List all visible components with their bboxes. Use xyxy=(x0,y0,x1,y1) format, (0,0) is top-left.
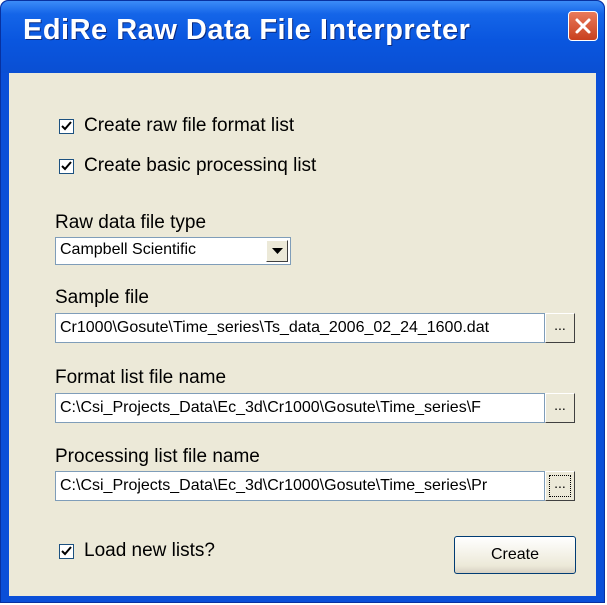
raw-type-selected: Campbell Scientific xyxy=(60,241,197,258)
sample-file-browse-button[interactable]: ... xyxy=(545,313,575,343)
title-bar[interactable]: EdiRe Raw Data File Interpreter xyxy=(1,1,604,73)
processing-list-label: Processing list file name xyxy=(55,446,260,467)
window-title: EdiRe Raw Data File Interpreter xyxy=(23,14,471,46)
create-format-list-option[interactable]: Create raw file format list xyxy=(59,115,294,137)
load-new-lists-label: Load new lists? xyxy=(84,540,215,561)
processing-list-field[interactable]: C:\Csi_Projects_Data\Ec_3d\Cr1000\Gosute… xyxy=(55,471,545,501)
processing-list-value: C:\Csi_Projects_Data\Ec_3d\Cr1000\Gosute… xyxy=(60,477,488,494)
create-format-list-label: Create raw file format list xyxy=(84,115,295,136)
format-list-field[interactable]: C:\Csi_Projects_Data\Ec_3d\Cr1000\Gosute… xyxy=(55,393,545,423)
create-format-list-checkbox[interactable] xyxy=(59,118,74,134)
close-button[interactable] xyxy=(568,11,598,41)
check-icon xyxy=(61,120,72,130)
chevron-down-icon xyxy=(272,248,283,254)
create-processing-list-checkbox[interactable] xyxy=(59,158,74,174)
format-list-label: Format list file name xyxy=(55,367,227,388)
check-icon xyxy=(61,545,72,555)
load-new-lists-option[interactable]: Load new lists? xyxy=(59,540,215,562)
load-new-lists-checkbox[interactable] xyxy=(59,543,74,559)
check-icon xyxy=(61,160,72,170)
sample-file-label: Sample file xyxy=(55,287,149,308)
format-list-browse-button[interactable]: ... xyxy=(545,393,575,423)
raw-type-label: Raw data file type xyxy=(55,212,207,233)
format-list-value: C:\Csi_Projects_Data\Ec_3d\Cr1000\Gosute… xyxy=(60,399,481,416)
create-button[interactable]: Create xyxy=(454,536,576,574)
sample-file-value: Cr1000\Gosute\Time_series\Ts_data_2006_0… xyxy=(60,319,490,336)
create-processing-list-label: Create basic processinq list xyxy=(84,155,317,176)
dropdown-button[interactable] xyxy=(266,240,288,262)
dialog-content: Create raw file format list Create basic… xyxy=(9,73,596,596)
sample-file-field[interactable]: Cr1000\Gosute\Time_series\Ts_data_2006_0… xyxy=(55,313,545,343)
close-icon xyxy=(575,18,591,34)
processing-list-browse-button[interactable]: ... xyxy=(545,471,575,501)
dialog-window: EdiRe Raw Data File Interpreter Create r… xyxy=(0,0,605,603)
raw-type-dropdown[interactable]: Campbell Scientific xyxy=(55,237,291,265)
create-processing-list-option[interactable]: Create basic processinq list xyxy=(59,155,316,177)
